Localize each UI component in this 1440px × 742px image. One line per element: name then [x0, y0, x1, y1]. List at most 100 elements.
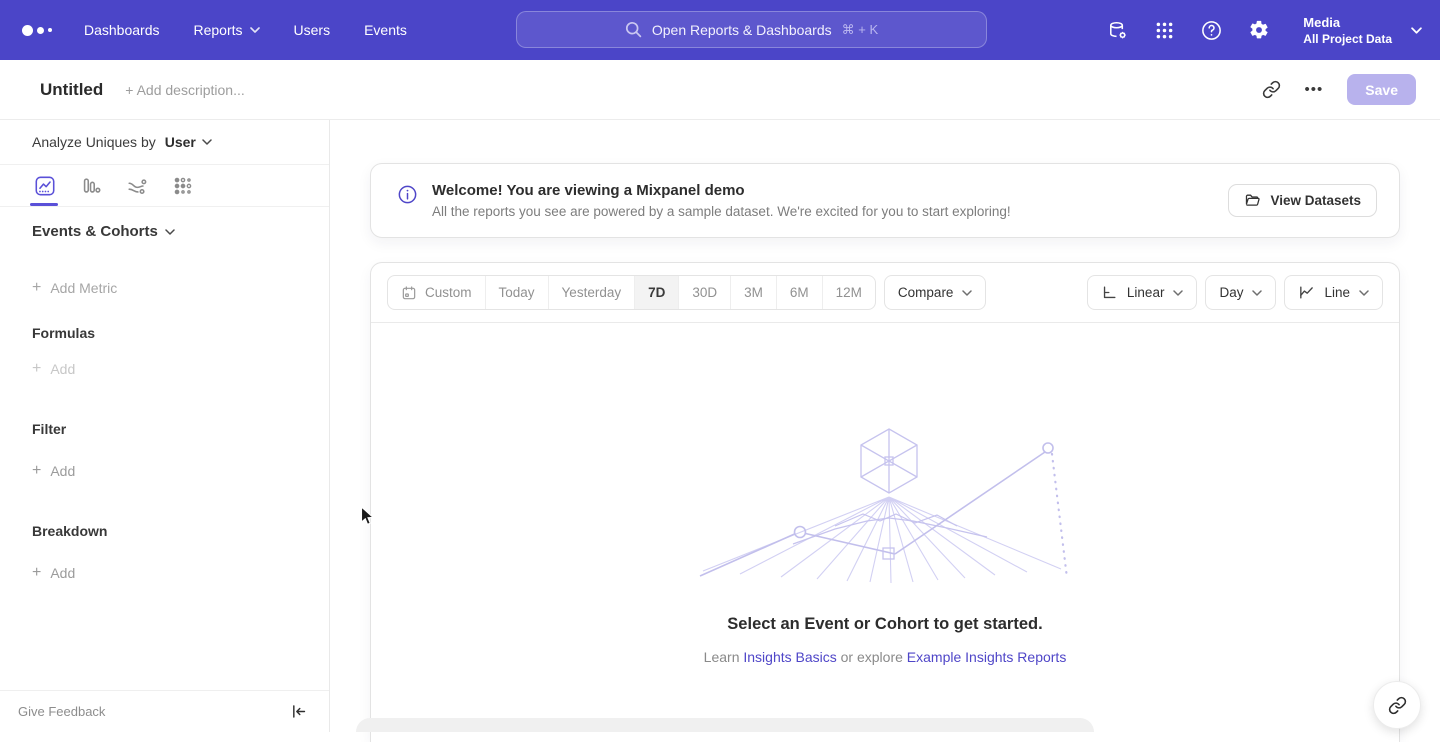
project-selector[interactable]: Media All Project Data — [1303, 15, 1392, 46]
share-link-fab[interactable] — [1373, 681, 1421, 729]
top-nav-bar: Dashboards Reports Users Events Open Rep… — [0, 0, 1440, 60]
mixpanel-logo[interactable] — [22, 25, 52, 36]
empty-state: Select an Event or Cohort to get started… — [371, 323, 1399, 665]
search-placeholder: Open Reports & Dashboards — [652, 22, 832, 38]
save-button[interactable]: Save — [1347, 74, 1416, 105]
collapse-sidebar-button[interactable] — [290, 703, 307, 720]
chart-controls-row: Custom Today Yesterday 7D 30D 3M 6M 12M … — [371, 263, 1399, 323]
range-12m[interactable]: 12M — [822, 276, 875, 309]
empty-state-illustration — [695, 423, 1075, 583]
report-toolbar: Untitled + Add description... ••• Save — [0, 60, 1440, 120]
report-toolbar-actions: ••• Save — [1262, 74, 1416, 105]
analyze-row: Analyze Uniques by User — [0, 120, 329, 165]
visualization-tabs — [0, 165, 329, 207]
copy-link-button[interactable] — [1262, 80, 1281, 99]
data-management-button[interactable] — [1106, 19, 1129, 42]
banner-body: All the reports you see are powered by a… — [432, 204, 1011, 219]
chevron-down-icon — [1173, 290, 1183, 296]
breakdown-heading: Breakdown — [32, 523, 107, 539]
calendar-icon — [401, 285, 417, 301]
info-icon — [397, 184, 418, 205]
chevron-down-icon — [1252, 290, 1262, 296]
chevron-down-icon — [962, 290, 972, 296]
project-chevron-icon[interactable] — [1411, 27, 1422, 34]
global-search-input[interactable]: Open Reports & Dashboards ⌘ + K — [516, 11, 987, 48]
date-range-control: Custom Today Yesterday 7D 30D 3M 6M 12M — [387, 275, 876, 310]
range-today[interactable]: Today — [485, 276, 548, 309]
scale-dropdown[interactable]: Linear — [1087, 275, 1198, 310]
compare-dropdown[interactable]: Compare — [884, 275, 987, 310]
tab-retention[interactable] — [170, 173, 196, 199]
range-yesterday[interactable]: Yesterday — [548, 276, 635, 309]
view-datasets-button[interactable]: View Datasets — [1228, 184, 1377, 217]
range-custom[interactable]: Custom — [388, 276, 485, 309]
plus-icon: + — [32, 280, 41, 296]
sidebar-footer: Give Feedback — [0, 690, 329, 732]
line-chart-icon — [1298, 284, 1315, 301]
retention-tab-icon — [172, 175, 194, 197]
nav-events[interactable]: Events — [364, 22, 407, 38]
project-name: Media — [1303, 15, 1392, 30]
add-filter-button[interactable]: + Add — [32, 463, 75, 479]
bottom-sheet-peek — [356, 718, 1094, 732]
search-shortcut: ⌘ + K — [842, 22, 879, 38]
insights-basics-link[interactable]: Insights Basics — [743, 649, 836, 665]
analyze-label: Analyze Uniques by — [32, 134, 156, 150]
empty-state-subtitle: Learn Insights Basics or explore Example… — [704, 649, 1067, 665]
help-button[interactable] — [1200, 19, 1223, 42]
filter-heading: Filter — [32, 421, 66, 437]
nav-reports[interactable]: Reports — [194, 22, 260, 38]
events-cohorts-heading[interactable]: Events & Cohorts — [32, 223, 175, 240]
granularity-dropdown[interactable]: Day — [1205, 275, 1276, 310]
range-7d[interactable]: 7D — [634, 276, 678, 309]
primary-nav: Dashboards Reports Users Events — [84, 22, 407, 38]
chevron-down-icon — [165, 229, 175, 235]
grid-icon — [1154, 20, 1175, 41]
more-options-button[interactable]: ••• — [1305, 81, 1324, 98]
nav-users[interactable]: Users — [294, 22, 331, 38]
project-scope: All Project Data — [1303, 32, 1392, 46]
add-formula-button[interactable]: + Add — [32, 361, 75, 377]
give-feedback-link[interactable]: Give Feedback — [18, 704, 105, 719]
chevron-down-icon — [250, 27, 260, 33]
example-insights-reports-link[interactable]: Example Insights Reports — [907, 649, 1067, 665]
analyze-by-dropdown[interactable]: User — [165, 134, 212, 150]
tab-insights[interactable] — [32, 173, 58, 199]
plus-icon: + — [32, 361, 41, 377]
link-icon — [1388, 696, 1407, 715]
add-metric-button[interactable]: + Add Metric — [32, 280, 117, 296]
collapse-left-icon — [290, 703, 307, 720]
chart-type-dropdown[interactable]: Line — [1284, 275, 1383, 310]
plus-icon: + — [32, 565, 41, 581]
report-description-field[interactable]: + Add description... — [125, 82, 244, 98]
welcome-banner: Welcome! You are viewing a Mixpanel demo… — [370, 163, 1400, 238]
range-6m[interactable]: 6M — [776, 276, 822, 309]
gear-icon — [1248, 19, 1270, 41]
selected-tab-underline — [30, 203, 58, 206]
add-breakdown-button[interactable]: + Add — [32, 565, 75, 581]
insights-report-card: Custom Today Yesterday 7D 30D 3M 6M 12M … — [370, 262, 1400, 742]
nav-dashboards[interactable]: Dashboards — [84, 22, 160, 38]
empty-state-title: Select an Event or Cohort to get started… — [727, 615, 1042, 634]
tab-bar[interactable] — [78, 173, 104, 199]
search-icon — [625, 21, 642, 38]
banner-title: Welcome! You are viewing a Mixpanel demo — [432, 182, 1011, 199]
report-title[interactable]: Untitled — [40, 80, 103, 100]
flow-tab-icon — [126, 175, 148, 197]
query-builder-sidebar: Analyze Uniques by User Events & Cohorts… — [0, 120, 330, 732]
line-chart-tab-icon — [34, 175, 56, 197]
apps-grid-button[interactable] — [1154, 20, 1175, 41]
tab-flow[interactable] — [124, 173, 150, 199]
formulas-heading: Formulas — [32, 325, 95, 341]
bar-chart-tab-icon — [80, 175, 102, 197]
help-icon — [1200, 19, 1223, 42]
database-gear-icon — [1106, 19, 1129, 42]
settings-button[interactable] — [1248, 19, 1270, 41]
range-3m[interactable]: 3M — [730, 276, 776, 309]
main-content: Welcome! You are viewing a Mixpanel demo… — [330, 120, 1440, 732]
chevron-down-icon — [1359, 290, 1369, 296]
top-nav-right: Media All Project Data — [1106, 0, 1422, 60]
linear-axis-icon — [1101, 284, 1118, 301]
range-30d[interactable]: 30D — [678, 276, 730, 309]
chevron-down-icon — [202, 139, 212, 145]
